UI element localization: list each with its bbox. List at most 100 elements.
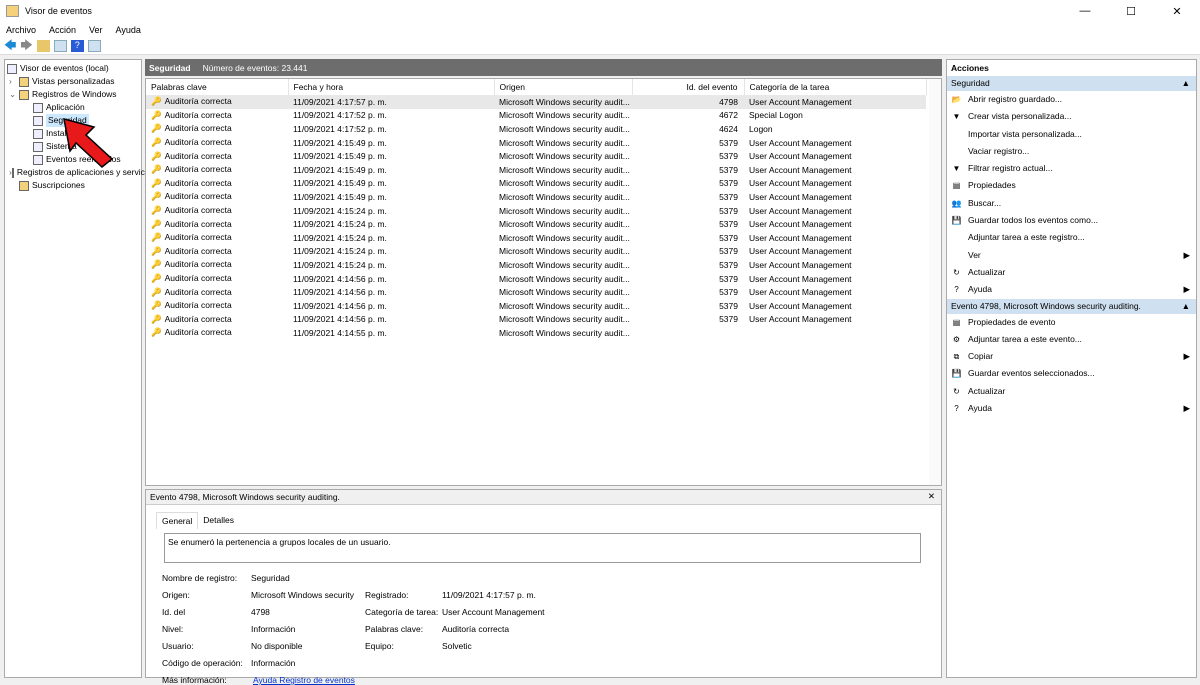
table-row[interactable]: 🔑 Auditoría correcta 11/09/2021 4:17:52 p.… bbox=[146, 122, 926, 136]
action-item[interactable]: 📂 Abrir registro guardado... bbox=[947, 91, 1196, 108]
cell: 🔑 Auditoría correcta bbox=[146, 177, 288, 191]
up-folder-icon[interactable] bbox=[36, 40, 50, 52]
cell: 🔑 Auditoría correcta bbox=[146, 285, 288, 299]
action-item[interactable]: ↻ Actualizar bbox=[947, 383, 1196, 400]
close-button[interactable]: ✕ bbox=[1154, 5, 1200, 18]
cell: 🔑 Auditoría correcta bbox=[146, 149, 288, 163]
submenu-arrow-icon: ▶ bbox=[1183, 351, 1190, 362]
cell-text: 5379 bbox=[719, 137, 738, 148]
cell: 5379 bbox=[632, 136, 744, 150]
action-item[interactable]: Ver ▶ bbox=[947, 247, 1196, 264]
action-item[interactable]: ↻ Actualizar bbox=[947, 264, 1196, 281]
table-row[interactable]: 🔑 Auditoría correcta 11/09/2021 4:14:55 p.… bbox=[146, 326, 926, 340]
action-item[interactable]: ⚙ Adjuntar tarea a este evento... bbox=[947, 331, 1196, 348]
table-row[interactable]: 🔑 Auditoría correcta 11/09/2021 4:14:56 p.… bbox=[146, 313, 926, 327]
cell: 11/09/2021 4:15:24 p. m. bbox=[288, 217, 494, 231]
cell-text: 4624 bbox=[719, 123, 738, 134]
minimize-button[interactable]: — bbox=[1062, 5, 1108, 18]
cell-text: 4798 bbox=[719, 96, 738, 107]
tree-item[interactable]: Aplicación bbox=[5, 101, 141, 114]
show-tree-icon[interactable] bbox=[53, 40, 67, 52]
action-label: Crear vista personalizada... bbox=[968, 111, 1072, 122]
action-item[interactable]: Adjuntar tarea a este registro... bbox=[947, 229, 1196, 246]
cell: 🔑 Auditoría correcta bbox=[146, 122, 288, 136]
menu-archivo[interactable]: Archivo bbox=[6, 25, 36, 35]
table-row[interactable]: 🔑 Auditoría correcta 11/09/2021 4:17:52 p.… bbox=[146, 109, 926, 123]
table-row[interactable]: 🔑 Auditoría correcta 11/09/2021 4:15:49 p.… bbox=[146, 163, 926, 177]
tree-item-label: Aplicación bbox=[46, 102, 85, 112]
table-row[interactable]: 🔑 Auditoría correcta 11/09/2021 4:15:24 p.… bbox=[146, 231, 926, 245]
log-icon bbox=[33, 115, 43, 126]
close-detail-icon[interactable]: ✕ bbox=[928, 491, 935, 502]
tree-item[interactable]: Visor de eventos (local) bbox=[5, 62, 141, 75]
table-row[interactable]: 🔑 Auditoría correcta 11/09/2021 4:15:49 p.… bbox=[146, 136, 926, 150]
action-item[interactable]: ? Ayuda ▶ bbox=[947, 400, 1196, 417]
action-item[interactable]: ▤ Propiedades de evento bbox=[947, 314, 1196, 331]
log-icon bbox=[33, 128, 43, 139]
cell-text: 11/09/2021 4:17:57 p. m. bbox=[293, 96, 387, 107]
menu-ver[interactable]: Ver bbox=[89, 25, 103, 35]
action-item[interactable]: 💾 Guardar todos los eventos como... bbox=[947, 212, 1196, 229]
cell-text: User Account Management bbox=[749, 232, 852, 243]
column-header[interactable]: Id. del evento bbox=[632, 79, 745, 95]
action-item[interactable]: 👥 Buscar... bbox=[947, 195, 1196, 212]
action-item[interactable]: ▤ Propiedades bbox=[947, 177, 1196, 194]
menu-ayuda[interactable]: Ayuda bbox=[116, 25, 141, 35]
maximize-button[interactable]: ☐ bbox=[1108, 5, 1154, 18]
action-item[interactable]: 💾 Guardar eventos seleccionados... bbox=[947, 365, 1196, 382]
menu-accion[interactable]: Acción bbox=[49, 25, 76, 35]
expand-icon[interactable]: ⌄ bbox=[9, 88, 19, 101]
table-row[interactable]: 🔑 Auditoría correcta 11/09/2021 4:14:56 p.… bbox=[146, 285, 926, 299]
event-description[interactable]: Se enumeró la pertenencia a grupos local… bbox=[164, 533, 921, 563]
action-item[interactable]: ▼ Crear vista personalizada... bbox=[947, 108, 1196, 125]
column-header[interactable]: Origen bbox=[494, 79, 633, 95]
action-item[interactable]: ⧉ Copiar ▶ bbox=[947, 348, 1196, 365]
forward-icon[interactable]: 🡆 bbox=[20, 36, 32, 57]
toolbar: 🡄 🡆 ? bbox=[0, 38, 1200, 55]
cell-text: 5379 bbox=[719, 259, 738, 270]
action-item[interactable]: ▼ Filtrar registro actual... bbox=[947, 160, 1196, 177]
table-row[interactable]: 🔑 Auditoría correcta 11/09/2021 4:15:49 p.… bbox=[146, 190, 926, 204]
cell: 11/09/2021 4:14:56 p. m. bbox=[288, 313, 494, 327]
key-icon: 🔑 bbox=[151, 164, 162, 175]
table-row[interactable]: 🔑 Auditoría correcta 11/09/2021 4:15:24 p.… bbox=[146, 258, 926, 272]
vertical-scrollbar[interactable] bbox=[929, 79, 941, 485]
actions-section-log[interactable]: Seguridad ▲ bbox=[947, 76, 1196, 91]
tree-item[interactable]: › Vistas personalizadas bbox=[5, 75, 141, 88]
table-row[interactable]: 🔑 Auditoría correcta 11/09/2021 4:15:24 p.… bbox=[146, 204, 926, 218]
tab-detalles[interactable]: Detalles bbox=[198, 512, 239, 529]
cell: 5379 bbox=[632, 177, 744, 191]
collapse-icon[interactable]: ▲ bbox=[1182, 299, 1190, 314]
table-row[interactable]: 🔑 Auditoría correcta 11/09/2021 4:15:49 p.… bbox=[146, 149, 926, 163]
action-item[interactable]: Importar vista personalizada... bbox=[947, 126, 1196, 143]
table-row[interactable]: 🔑 Auditoría correcta 11/09/2021 4:15:24 p.… bbox=[146, 217, 926, 231]
key-icon: 🔑 bbox=[151, 205, 162, 216]
table-row[interactable]: 🔑 Auditoría correcta 11/09/2021 4:15:24 p.… bbox=[146, 245, 926, 259]
column-header[interactable]: Categoría de la tarea bbox=[744, 79, 927, 95]
action-item[interactable]: Vaciar registro... bbox=[947, 143, 1196, 160]
expand-icon[interactable]: › bbox=[9, 75, 19, 88]
tab-general[interactable]: General bbox=[156, 512, 199, 529]
event-log-help-link[interactable]: Ayuda Registro de eventos bbox=[253, 675, 355, 685]
cell-text: Microsoft Windows security audit... bbox=[499, 246, 630, 257]
cell: User Account Management bbox=[744, 272, 926, 286]
table-row[interactable]: 🔑 Auditoría correcta 11/09/2021 4:17:57 p.… bbox=[146, 95, 926, 109]
cell: User Account Management bbox=[744, 163, 926, 177]
table-row[interactable]: 🔑 Auditoría correcta 11/09/2021 4:14:56 p.… bbox=[146, 299, 926, 313]
action-item[interactable]: ? Ayuda ▶ bbox=[947, 281, 1196, 298]
show-actions-icon[interactable] bbox=[87, 40, 101, 52]
help-icon[interactable]: ? bbox=[70, 40, 84, 52]
cell: 4672 bbox=[632, 109, 744, 123]
table-row[interactable]: 🔑 Auditoría correcta 11/09/2021 4:15:49 p.… bbox=[146, 177, 926, 191]
collapse-icon[interactable]: ▲ bbox=[1182, 76, 1190, 91]
tree-item[interactable]: Suscripciones bbox=[5, 179, 141, 192]
table-row[interactable]: 🔑 Auditoría correcta 11/09/2021 4:14:56 p.… bbox=[146, 272, 926, 286]
cell: 🔑 Auditoría correcta bbox=[146, 109, 288, 123]
key-icon: 🔑 bbox=[151, 327, 162, 338]
actions-section-event[interactable]: Evento 4798, Microsoft Windows security … bbox=[947, 298, 1196, 314]
column-header[interactable]: Fecha y hora bbox=[288, 79, 495, 95]
back-icon[interactable]: 🡄 bbox=[4, 36, 16, 57]
cell-text: 11/09/2021 4:15:49 p. m. bbox=[293, 137, 387, 148]
tree-item[interactable]: ⌄ Registros de Windows bbox=[5, 88, 141, 101]
column-header[interactable]: Palabras clave bbox=[146, 79, 289, 95]
